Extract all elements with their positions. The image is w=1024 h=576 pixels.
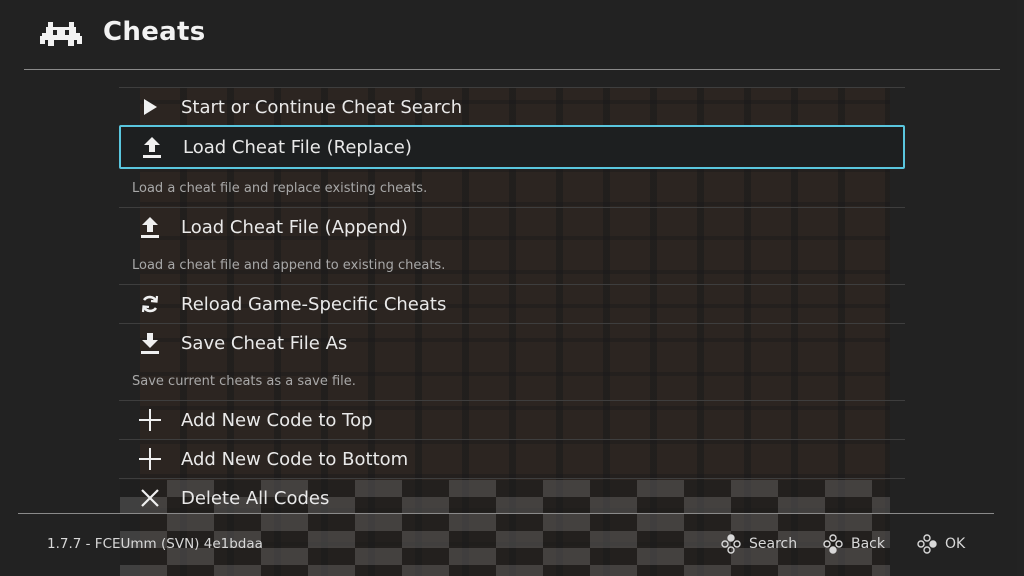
retroarch-logo-icon xyxy=(40,22,82,46)
menu-item-label: Reload Game-Specific Cheats xyxy=(181,293,447,315)
menu-item-label: Delete All Codes xyxy=(181,487,330,509)
close-icon xyxy=(119,488,181,508)
header: Cheats xyxy=(0,0,1024,70)
upload-icon xyxy=(119,216,181,238)
menu-item-description: Load a cheat file and append to existing… xyxy=(132,257,446,273)
gamepad-buttons-icon xyxy=(917,534,937,554)
core-version-label: 1.7.7 - FCEUmm (SVN) 4e1bdaa xyxy=(47,536,263,552)
download-icon xyxy=(119,332,181,354)
menu-item-description: Load a cheat file and replace existing c… xyxy=(132,180,428,196)
menu-item-add-code-top[interactable]: Add New Code to Top xyxy=(119,400,905,439)
plus-icon xyxy=(119,409,181,431)
menu-item-start-cheat-search[interactable]: Start or Continue Cheat Search xyxy=(119,87,905,126)
menu-item-load-cheat-replace[interactable]: Load Cheat File (Replace) xyxy=(119,125,905,169)
cheats-menu: Start or Continue Cheat Search Load Chea… xyxy=(119,87,905,517)
menu-item-label: Load Cheat File (Append) xyxy=(181,216,408,238)
menu-item-label: Start or Continue Cheat Search xyxy=(181,96,463,118)
reload-icon xyxy=(119,294,181,314)
menu-item-label: Add New Code to Bottom xyxy=(181,448,409,470)
header-divider xyxy=(24,69,1000,70)
search-hint[interactable]: Search xyxy=(721,534,797,554)
menu-item-label: Load Cheat File (Replace) xyxy=(183,136,412,158)
menu-item-load-cheat-append[interactable]: Load Cheat File (Append) xyxy=(119,207,905,246)
upload-icon xyxy=(121,136,183,158)
menu-item-label: Add New Code to Top xyxy=(181,409,373,431)
ok-hint-label: OK xyxy=(945,536,966,552)
menu-item-add-code-bottom[interactable]: Add New Code to Bottom xyxy=(119,439,905,478)
gamepad-buttons-icon xyxy=(721,534,741,554)
footer-divider xyxy=(18,513,994,514)
search-hint-label: Search xyxy=(749,536,798,552)
plus-icon xyxy=(119,448,181,470)
back-hint-label: Back xyxy=(851,536,885,552)
menu-item-label: Save Cheat File As xyxy=(181,332,348,354)
gamepad-buttons-icon xyxy=(823,534,843,554)
ok-hint[interactable]: OK xyxy=(917,534,965,554)
menu-item-description: Save current cheats as a save file. xyxy=(132,373,356,389)
page-title: Cheats xyxy=(103,17,206,47)
menu-item-reload-game-cheats[interactable]: Reload Game-Specific Cheats xyxy=(119,284,905,323)
menu-item-save-cheat-file[interactable]: Save Cheat File As xyxy=(119,323,905,362)
menu-item-delete-all-codes[interactable]: Delete All Codes xyxy=(119,478,905,517)
play-icon xyxy=(119,98,181,116)
back-hint[interactable]: Back xyxy=(823,534,885,554)
